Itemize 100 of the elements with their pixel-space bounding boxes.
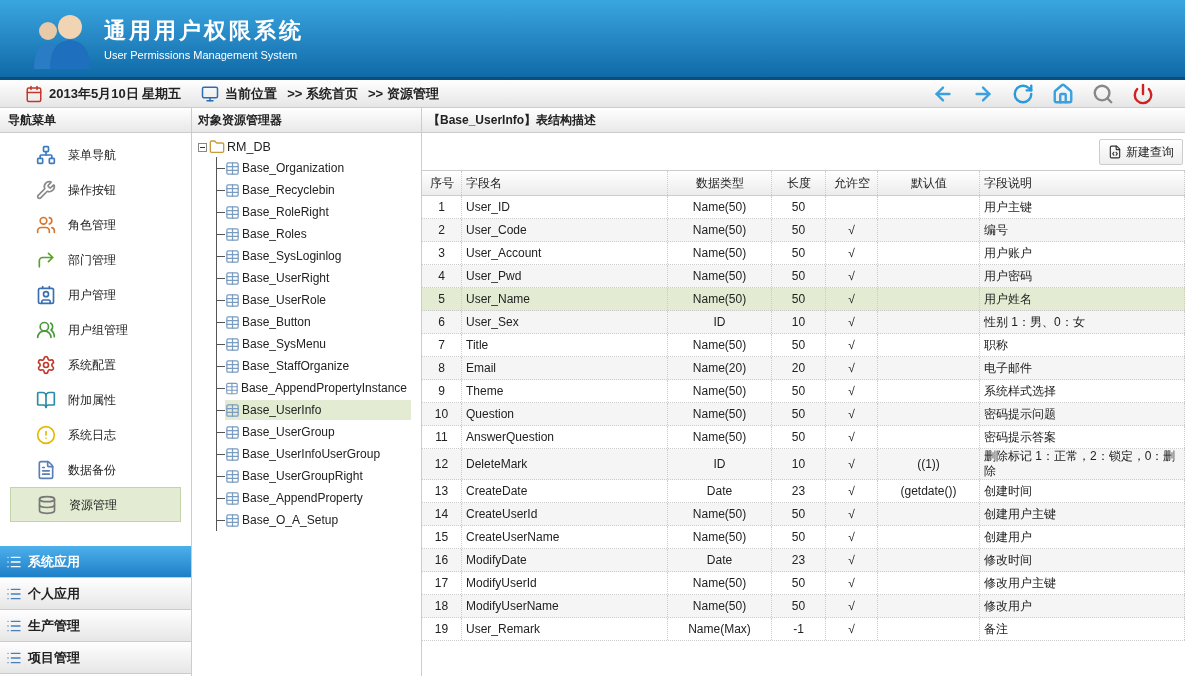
table-cell: 50 <box>791 429 806 445</box>
table-cell: 6 <box>438 314 445 330</box>
tree-node[interactable]: Base_Recyclebin <box>225 180 411 200</box>
table-cell: Date <box>706 483 733 499</box>
tree-node[interactable]: Base_UserInfo <box>225 400 411 420</box>
table-cell: 4 <box>438 268 445 284</box>
table-cell: 50 <box>791 291 806 307</box>
nav-item[interactable]: 数据备份 <box>10 452 181 487</box>
tree-node[interactable]: Base_SysLoginlog <box>225 246 411 266</box>
nav-item[interactable]: 用户管理 <box>10 277 181 312</box>
tree-node[interactable]: Base_O_A_Setup <box>225 510 411 530</box>
table-cell: Title <box>466 337 489 353</box>
nav-item[interactable]: 用户组管理 <box>10 312 181 347</box>
tree-node[interactable]: Base_StaffOrganize <box>225 356 411 376</box>
table-row[interactable]: 16 ModifyDate Date 23 √ 修改时间 <box>422 549 1185 572</box>
table-row[interactable]: 12 DeleteMark ID 10 √ ((1)) 删除标记 1：正常，2：锁定，0：删除 <box>422 449 1185 480</box>
nav-item[interactable]: 操作按钮 <box>10 172 181 207</box>
table-row[interactable]: 6 User_Sex ID 10 √ 性别 1：男、0：女 <box>422 311 1185 334</box>
table-cell: 50 <box>791 245 806 261</box>
breadcrumb-link[interactable]: >> 系统首页 <box>287 83 359 104</box>
nav-item[interactable]: 菜单导航 <box>10 137 181 172</box>
power-icon <box>1132 82 1154 105</box>
nav-item[interactable]: 部门管理 <box>10 242 181 277</box>
table-cell: User_Name <box>466 291 531 307</box>
tree-node[interactable]: Base_UserGroupRight <box>225 466 411 486</box>
table-row[interactable]: 3 User_Account Name(50) 50 √ 用户账户 <box>422 242 1185 265</box>
tree-node[interactable]: Base_Roles <box>225 224 411 244</box>
computer-icon <box>201 84 220 103</box>
search-icon <box>1092 82 1114 105</box>
tree-node[interactable]: Base_RoleRight <box>225 202 411 222</box>
table-row[interactable]: 18 ModifyUserName Name(50) 50 √ 修改用户 <box>422 595 1185 618</box>
nav-item[interactable]: 附加属性 <box>10 382 181 417</box>
table-cell: Name(50) <box>692 222 747 238</box>
tree-node[interactable]: Base_Button <box>225 312 411 332</box>
tree-node[interactable]: Base_Organization <box>225 158 411 178</box>
table-cell: DeleteMark <box>466 456 528 472</box>
table-row[interactable]: 13 CreateDate Date 23 √ (getdate()) 创建时间 <box>422 480 1185 503</box>
table-row[interactable]: 19 User_Remark Name(Max) -1 √ 备注 <box>422 618 1185 641</box>
tree-node[interactable]: Base_AppendPropertyInstance <box>225 378 411 398</box>
table-cell: Name(50) <box>692 529 747 545</box>
table-row[interactable]: 4 User_Pwd Name(50) 50 √ 用户密码 <box>422 265 1185 288</box>
nav-item[interactable]: 系统配置 <box>10 347 181 382</box>
table-row[interactable]: 8 Email Name(20) 20 √ 电子邮件 <box>422 357 1185 380</box>
tree-node[interactable]: Base_UserRole <box>225 290 411 310</box>
nav-item[interactable]: 资源管理 <box>10 487 181 522</box>
table-cell: 50 <box>791 199 806 215</box>
table-cell: 备注 <box>984 621 1008 637</box>
table-cell: -1 <box>793 621 804 637</box>
table-row[interactable]: 7 Title Name(50) 50 √ 职称 <box>422 334 1185 357</box>
breadcrumb-link[interactable]: >> 资源管理 <box>368 83 439 104</box>
wrench-icon <box>36 179 56 200</box>
table-row[interactable]: 2 User_Code Name(50) 50 √ 编号 <box>422 219 1185 242</box>
table-row[interactable]: 10 Question Name(50) 50 √ 密码提示问题 <box>422 403 1185 426</box>
tree-node[interactable]: RM_DB <box>198 137 421 157</box>
tree-node[interactable]: Base_SysMenu <box>225 334 411 354</box>
collapse-icon[interactable] <box>198 142 207 152</box>
table-row[interactable]: 9 Theme Name(50) 50 √ 系统样式选择 <box>422 380 1185 403</box>
table-cell: Name(20) <box>692 360 747 376</box>
gear-icon <box>36 354 56 375</box>
table-icon <box>225 248 240 264</box>
tree-node[interactable]: Base_UserRight <box>225 268 411 288</box>
table-cell: 9 <box>438 383 445 399</box>
tree-node[interactable]: Base_UserGroup <box>225 422 411 442</box>
table-cell: 创建用户 <box>984 529 1032 545</box>
table-cell: 密码提示问题 <box>984 406 1056 422</box>
table-cell: ((1)) <box>917 456 940 472</box>
table-cell: 50 <box>791 406 806 422</box>
table-row[interactable]: 14 CreateUserId Name(50) 50 √ 创建用户主键 <box>422 503 1185 526</box>
table-cell: 50 <box>791 598 806 614</box>
table-cell: √ <box>848 456 855 472</box>
table-cell: (getdate()) <box>900 483 957 499</box>
table-cell: √ <box>848 529 855 545</box>
table-cell: 用户姓名 <box>984 291 1032 307</box>
table-row[interactable]: 17 ModifyUserId Name(50) 50 √ 修改用户主键 <box>422 572 1185 595</box>
table-cell: 5 <box>438 291 445 307</box>
table-cell: ID <box>713 456 726 472</box>
tree-node[interactable]: Base_UserInfoUserGroup <box>225 444 411 464</box>
table-cell: 10 <box>434 406 449 422</box>
nav-item[interactable]: 角色管理 <box>10 207 181 242</box>
table-cell: CreateUserName <box>466 529 560 545</box>
column-header: 允许空 <box>826 171 878 195</box>
table-cell: Name(50) <box>692 199 747 215</box>
tree-node[interactable]: Base_AppendProperty <box>225 488 411 508</box>
table-cell: Name(50) <box>692 506 747 522</box>
table-cell: 创建用户主键 <box>984 506 1056 522</box>
table-cell: Name(50) <box>692 429 747 445</box>
table-row[interactable]: 1 User_ID Name(50) 50 用户主键 <box>422 196 1185 219</box>
table-icon <box>225 292 240 308</box>
nav-item[interactable]: 系统日志 <box>10 417 181 452</box>
table-row[interactable]: 15 CreateUserName Name(50) 50 √ 创建用户 <box>422 526 1185 549</box>
table-row[interactable]: 11 AnswerQuestion Name(50) 50 √ 密码提示答案 <box>422 426 1185 449</box>
table-cell: 电子邮件 <box>984 360 1032 376</box>
new-query-button[interactable]: 新建查询 <box>1099 138 1183 165</box>
table-row[interactable]: 5 User_Name Name(50) 50 √ 用户姓名 <box>422 288 1185 311</box>
table-cell: Date <box>706 552 733 568</box>
table-cell: 50 <box>791 268 806 284</box>
table-cell: CreateDate <box>466 483 528 499</box>
table-cell: √ <box>848 268 855 284</box>
table-cell: 用户账户 <box>984 245 1032 261</box>
contact-card-icon <box>36 284 56 305</box>
